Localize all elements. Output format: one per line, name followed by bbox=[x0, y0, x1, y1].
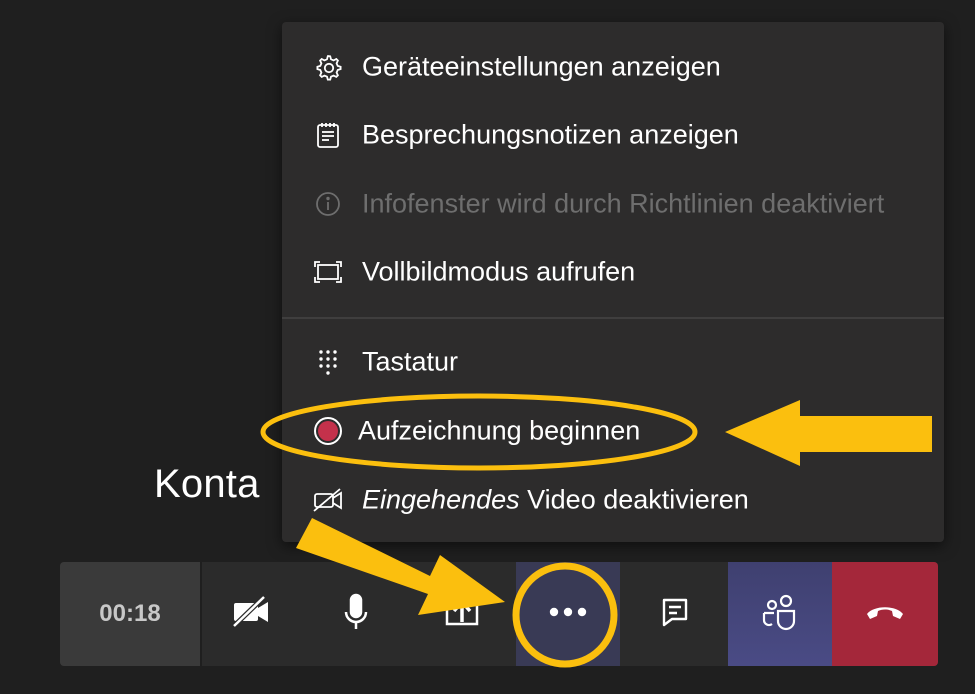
share-screen-button[interactable] bbox=[412, 562, 512, 666]
label-rest-part: Video deaktivieren bbox=[519, 484, 749, 515]
menu-item-label: Infofenster wird durch Richtlinien deakt… bbox=[362, 188, 885, 219]
keypad-icon bbox=[312, 346, 344, 378]
more-options-menu: Geräteeinstellungen anzeigen Besprechung… bbox=[282, 22, 944, 542]
menu-item-device-settings[interactable]: Geräteeinstellungen anzeigen bbox=[282, 43, 944, 91]
hang-up-icon bbox=[864, 602, 906, 627]
microphone-icon bbox=[341, 592, 371, 637]
participants-icon bbox=[760, 593, 800, 636]
camera-toggle-button[interactable] bbox=[202, 562, 302, 666]
participants-button[interactable] bbox=[728, 562, 832, 666]
menu-item-info-pane-disabled: Infofenster wird durch Richtlinien deakt… bbox=[282, 180, 944, 228]
more-options-button[interactable] bbox=[516, 562, 620, 666]
menu-item-disable-incoming-video[interactable]: Eingehendes Video deaktivieren bbox=[282, 476, 944, 524]
menu-item-label: Besprechungsnotizen anzeigen bbox=[362, 119, 739, 150]
label-italic-part: Eingehendes bbox=[362, 484, 520, 515]
camera-off-icon bbox=[230, 594, 274, 634]
call-toolbar: 00:18 bbox=[60, 562, 938, 666]
menu-item-start-recording[interactable]: Aufzeichnung beginnen bbox=[282, 407, 944, 455]
notes-icon bbox=[312, 119, 344, 151]
menu-item-fullscreen[interactable]: Vollbildmodus aufrufen bbox=[282, 248, 944, 296]
fullscreen-icon bbox=[312, 256, 344, 288]
call-timer: 00:18 bbox=[60, 562, 200, 666]
menu-item-label: Vollbildmodus aufrufen bbox=[362, 256, 636, 287]
call-timer-text: 00:18 bbox=[99, 600, 161, 627]
chat-icon bbox=[658, 595, 692, 634]
menu-separator bbox=[282, 317, 944, 319]
menu-item-label: Tastatur bbox=[362, 346, 459, 377]
video-off-icon bbox=[312, 484, 344, 516]
share-screen-icon bbox=[441, 594, 483, 635]
menu-item-keypad[interactable]: Tastatur bbox=[282, 338, 944, 386]
more-options-icon bbox=[546, 605, 590, 623]
hang-up-button[interactable] bbox=[832, 562, 938, 666]
menu-item-label: Aufzeichnung beginnen bbox=[358, 415, 641, 446]
gear-icon bbox=[312, 51, 344, 83]
menu-item-label: Geräteeinstellungen anzeigen bbox=[362, 51, 721, 82]
participant-name-partial: Konta bbox=[154, 462, 260, 506]
menu-item-label: Eingehendes Video deaktivieren bbox=[362, 485, 749, 516]
microphone-button[interactable] bbox=[306, 562, 406, 666]
info-icon bbox=[312, 188, 344, 220]
chat-button[interactable] bbox=[622, 562, 728, 666]
record-icon bbox=[312, 415, 344, 447]
menu-item-meeting-notes[interactable]: Besprechungsnotizen anzeigen bbox=[282, 111, 944, 159]
